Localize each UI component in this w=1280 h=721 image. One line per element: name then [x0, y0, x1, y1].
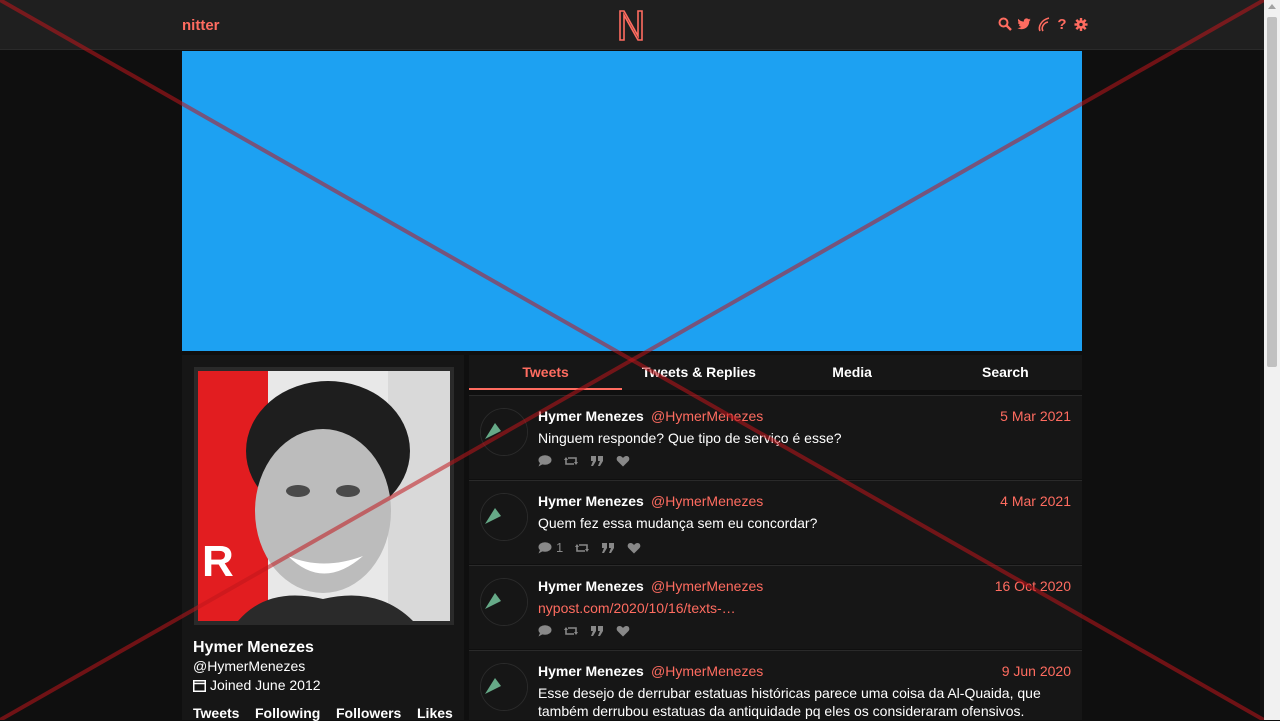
like-heart-icon[interactable] — [627, 542, 641, 554]
calendar-icon — [193, 679, 206, 692]
tweet-avatar[interactable] — [480, 663, 528, 711]
reply-icon[interactable]: 1 — [538, 540, 563, 555]
profile-avatar[interactable]: R — [194, 367, 454, 625]
tweet-username[interactable]: @HymerMenezes — [651, 408, 763, 424]
profile-fullname[interactable]: Hymer Menezes — [193, 639, 314, 657]
search-icon[interactable] — [998, 16, 1012, 32]
profile-joined-date: Joined June 2012 — [193, 677, 321, 693]
profile-username[interactable]: @HymerMenezes — [193, 658, 305, 674]
tweet-item[interactable]: Hymer Menezes @HymerMenezes 4 Mar 2021 Q… — [469, 480, 1082, 564]
like-heart-icon[interactable] — [616, 625, 630, 637]
like-heart-icon[interactable] — [616, 455, 630, 467]
tweet-username[interactable]: @HymerMenezes — [651, 578, 763, 594]
profile-banner[interactable] — [182, 51, 1082, 351]
retweet-icon[interactable] — [564, 455, 578, 467]
tweet-date[interactable]: 9 Jun 2020 — [1002, 663, 1071, 679]
tweet-avatar[interactable] — [480, 578, 528, 626]
tweet-date[interactable]: 4 Mar 2021 — [1000, 493, 1071, 509]
tweet-fullname[interactable]: Hymer Menezes — [538, 578, 644, 594]
profile-card: R Hymer Menezes @HymerMenezes Joined Jun… — [182, 355, 464, 721]
timeline: Tweets Tweets & Replies Media Search Hym… — [469, 355, 1082, 720]
svg-text:R: R — [202, 537, 234, 586]
tab-tweets-replies[interactable]: Tweets & Replies — [622, 355, 775, 390]
quote-icon[interactable] — [590, 455, 604, 467]
tweet-stats — [538, 625, 630, 637]
timeline-tabs: Tweets Tweets & Replies Media Search — [469, 355, 1082, 390]
reply-count: 1 — [556, 540, 564, 555]
top-navbar: nitter ? — [0, 0, 1264, 50]
tweet-stats — [538, 455, 630, 467]
help-icon[interactable]: ? — [1055, 16, 1069, 33]
quote-icon[interactable] — [590, 625, 604, 637]
tweet-item[interactable]: Hymer Menezes @HymerMenezes 16 Oct 2020 … — [469, 565, 1082, 649]
nav-icons: ? — [998, 16, 1088, 33]
tweet-stats: 1 — [538, 540, 641, 555]
retweet-icon[interactable] — [564, 625, 578, 637]
stat-following[interactable]: Following — [255, 705, 336, 721]
page-scrollbar[interactable] — [1264, 0, 1280, 720]
scroll-thumb[interactable] — [1267, 17, 1277, 367]
profile-stats: Tweets Following Followers Likes — [193, 705, 453, 721]
tab-tweets[interactable]: Tweets — [469, 355, 623, 390]
tweet-fullname[interactable]: Hymer Menezes — [538, 493, 644, 509]
reply-icon[interactable] — [538, 455, 552, 467]
tweet-fullname[interactable]: Hymer Menezes — [538, 663, 644, 679]
settings-gear-icon[interactable] — [1074, 16, 1088, 32]
tweet-avatar[interactable] — [480, 493, 528, 541]
tweet-text: Ninguem responde? Que tipo de serviço é … — [538, 430, 842, 446]
stat-followers[interactable]: Followers — [336, 705, 417, 721]
stat-tweets[interactable]: Tweets — [193, 705, 255, 721]
retweet-icon[interactable] — [575, 542, 590, 554]
joined-text: Joined June 2012 — [210, 677, 321, 693]
tweet-date[interactable]: 5 Mar 2021 — [1000, 408, 1071, 424]
tab-search[interactable]: Search — [929, 355, 1082, 390]
reply-icon[interactable] — [538, 625, 552, 637]
rss-icon[interactable] — [1036, 16, 1050, 32]
tweet-date[interactable]: 16 Oct 2020 — [995, 578, 1071, 594]
tweet-item[interactable]: Hymer Menezes @HymerMenezes 5 Mar 2021 N… — [469, 395, 1082, 479]
tweet-text: Esse desejo de derrubar estatuas históri… — [538, 685, 1041, 719]
stat-likes[interactable]: Likes — [417, 705, 453, 721]
tweet-item[interactable]: Hymer Menezes @HymerMenezes 9 Jun 2020 E… — [469, 650, 1082, 720]
scroll-up-arrow-icon[interactable] — [1268, 4, 1276, 9]
twitter-bird-icon[interactable] — [1017, 16, 1031, 32]
tweet-link[interactable]: nypost.com/2020/10/16/texts-… — [538, 600, 736, 616]
tweet-username[interactable]: @HymerMenezes — [651, 493, 763, 509]
tweet-fullname[interactable]: Hymer Menezes — [538, 408, 644, 424]
quote-icon[interactable] — [601, 542, 615, 554]
tweet-avatar[interactable] — [480, 408, 528, 456]
tweet-text: Quem fez essa mudança sem eu concordar? — [538, 515, 818, 531]
tweet-username[interactable]: @HymerMenezes — [651, 663, 763, 679]
tweet-text: nypost.com/2020/10/16/texts-… — [538, 599, 1068, 617]
nitter-logo-icon[interactable] — [617, 8, 645, 42]
tab-media[interactable]: Media — [776, 355, 929, 390]
nitter-home-link[interactable]: nitter — [182, 17, 220, 34]
